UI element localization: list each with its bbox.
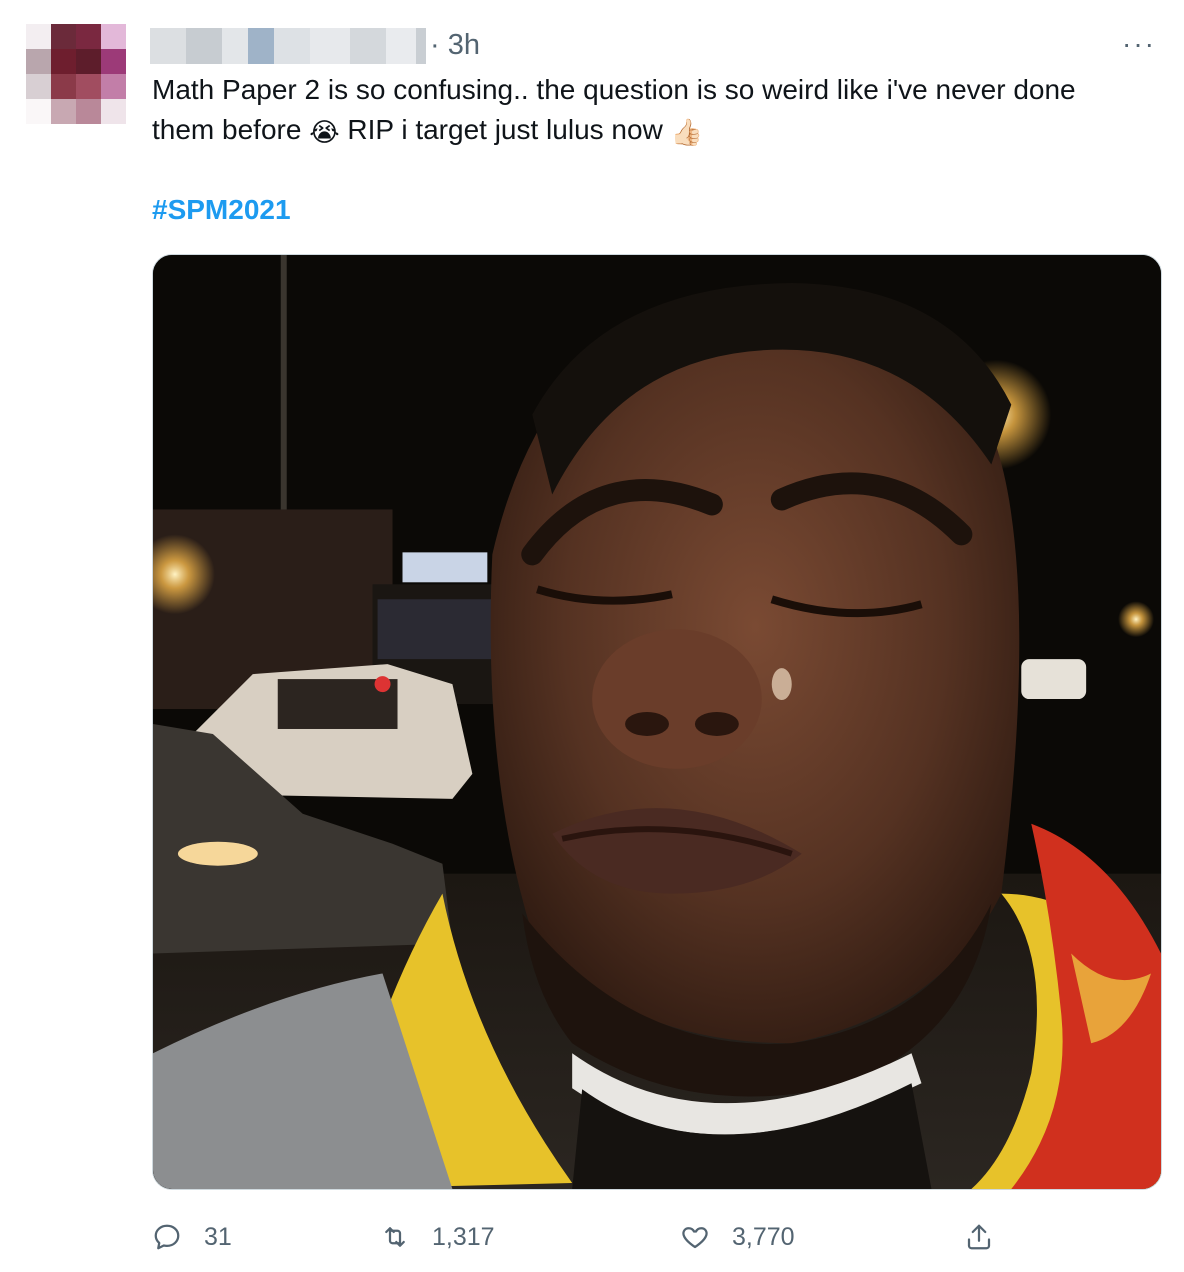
avatar[interactable] [26, 24, 126, 124]
tweet-text-line-1: Math Paper 2 is so confusing.. the quest… [152, 74, 1076, 105]
more-icon[interactable]: ··· [1122, 30, 1156, 58]
share-icon [967, 1224, 991, 1250]
tweet-timestamp[interactable]: · 3h [430, 27, 480, 63]
tweet-action-bar: 31 1,317 3,770 [152, 1212, 1162, 1262]
author-name-redacted[interactable] [150, 28, 426, 64]
like-count: 3,770 [732, 1222, 795, 1251]
reply-count: 31 [204, 1222, 232, 1251]
tweet-text-part-a: them before [152, 114, 302, 145]
retweet-button[interactable]: 1,317 [380, 1212, 495, 1262]
reply-icon [154, 1224, 180, 1250]
photo-crying-man [153, 255, 1161, 1189]
thumbs-up-emoji-icon: 👍🏻 [670, 118, 703, 148]
retweet-icon [385, 1227, 405, 1247]
crying-face-emoji-icon: 😭 [309, 118, 340, 148]
hashtag-link[interactable]: #SPM2021 [152, 190, 291, 230]
retweet-count: 1,317 [432, 1222, 495, 1251]
heart-icon [682, 1227, 708, 1249]
like-button[interactable]: 3,770 [680, 1212, 795, 1262]
share-button[interactable] [964, 1212, 994, 1262]
tweet-text-part-b: RIP i target just lulus now [347, 114, 663, 145]
tweet-text-line-2: them before 😭 RIP i target just lulus no… [152, 110, 1162, 153]
tweet-text: Math Paper 2 is so confusing.. the quest… [152, 70, 1162, 153]
reply-button[interactable]: 31 [152, 1212, 232, 1262]
tweet-photo[interactable] [152, 254, 1162, 1190]
